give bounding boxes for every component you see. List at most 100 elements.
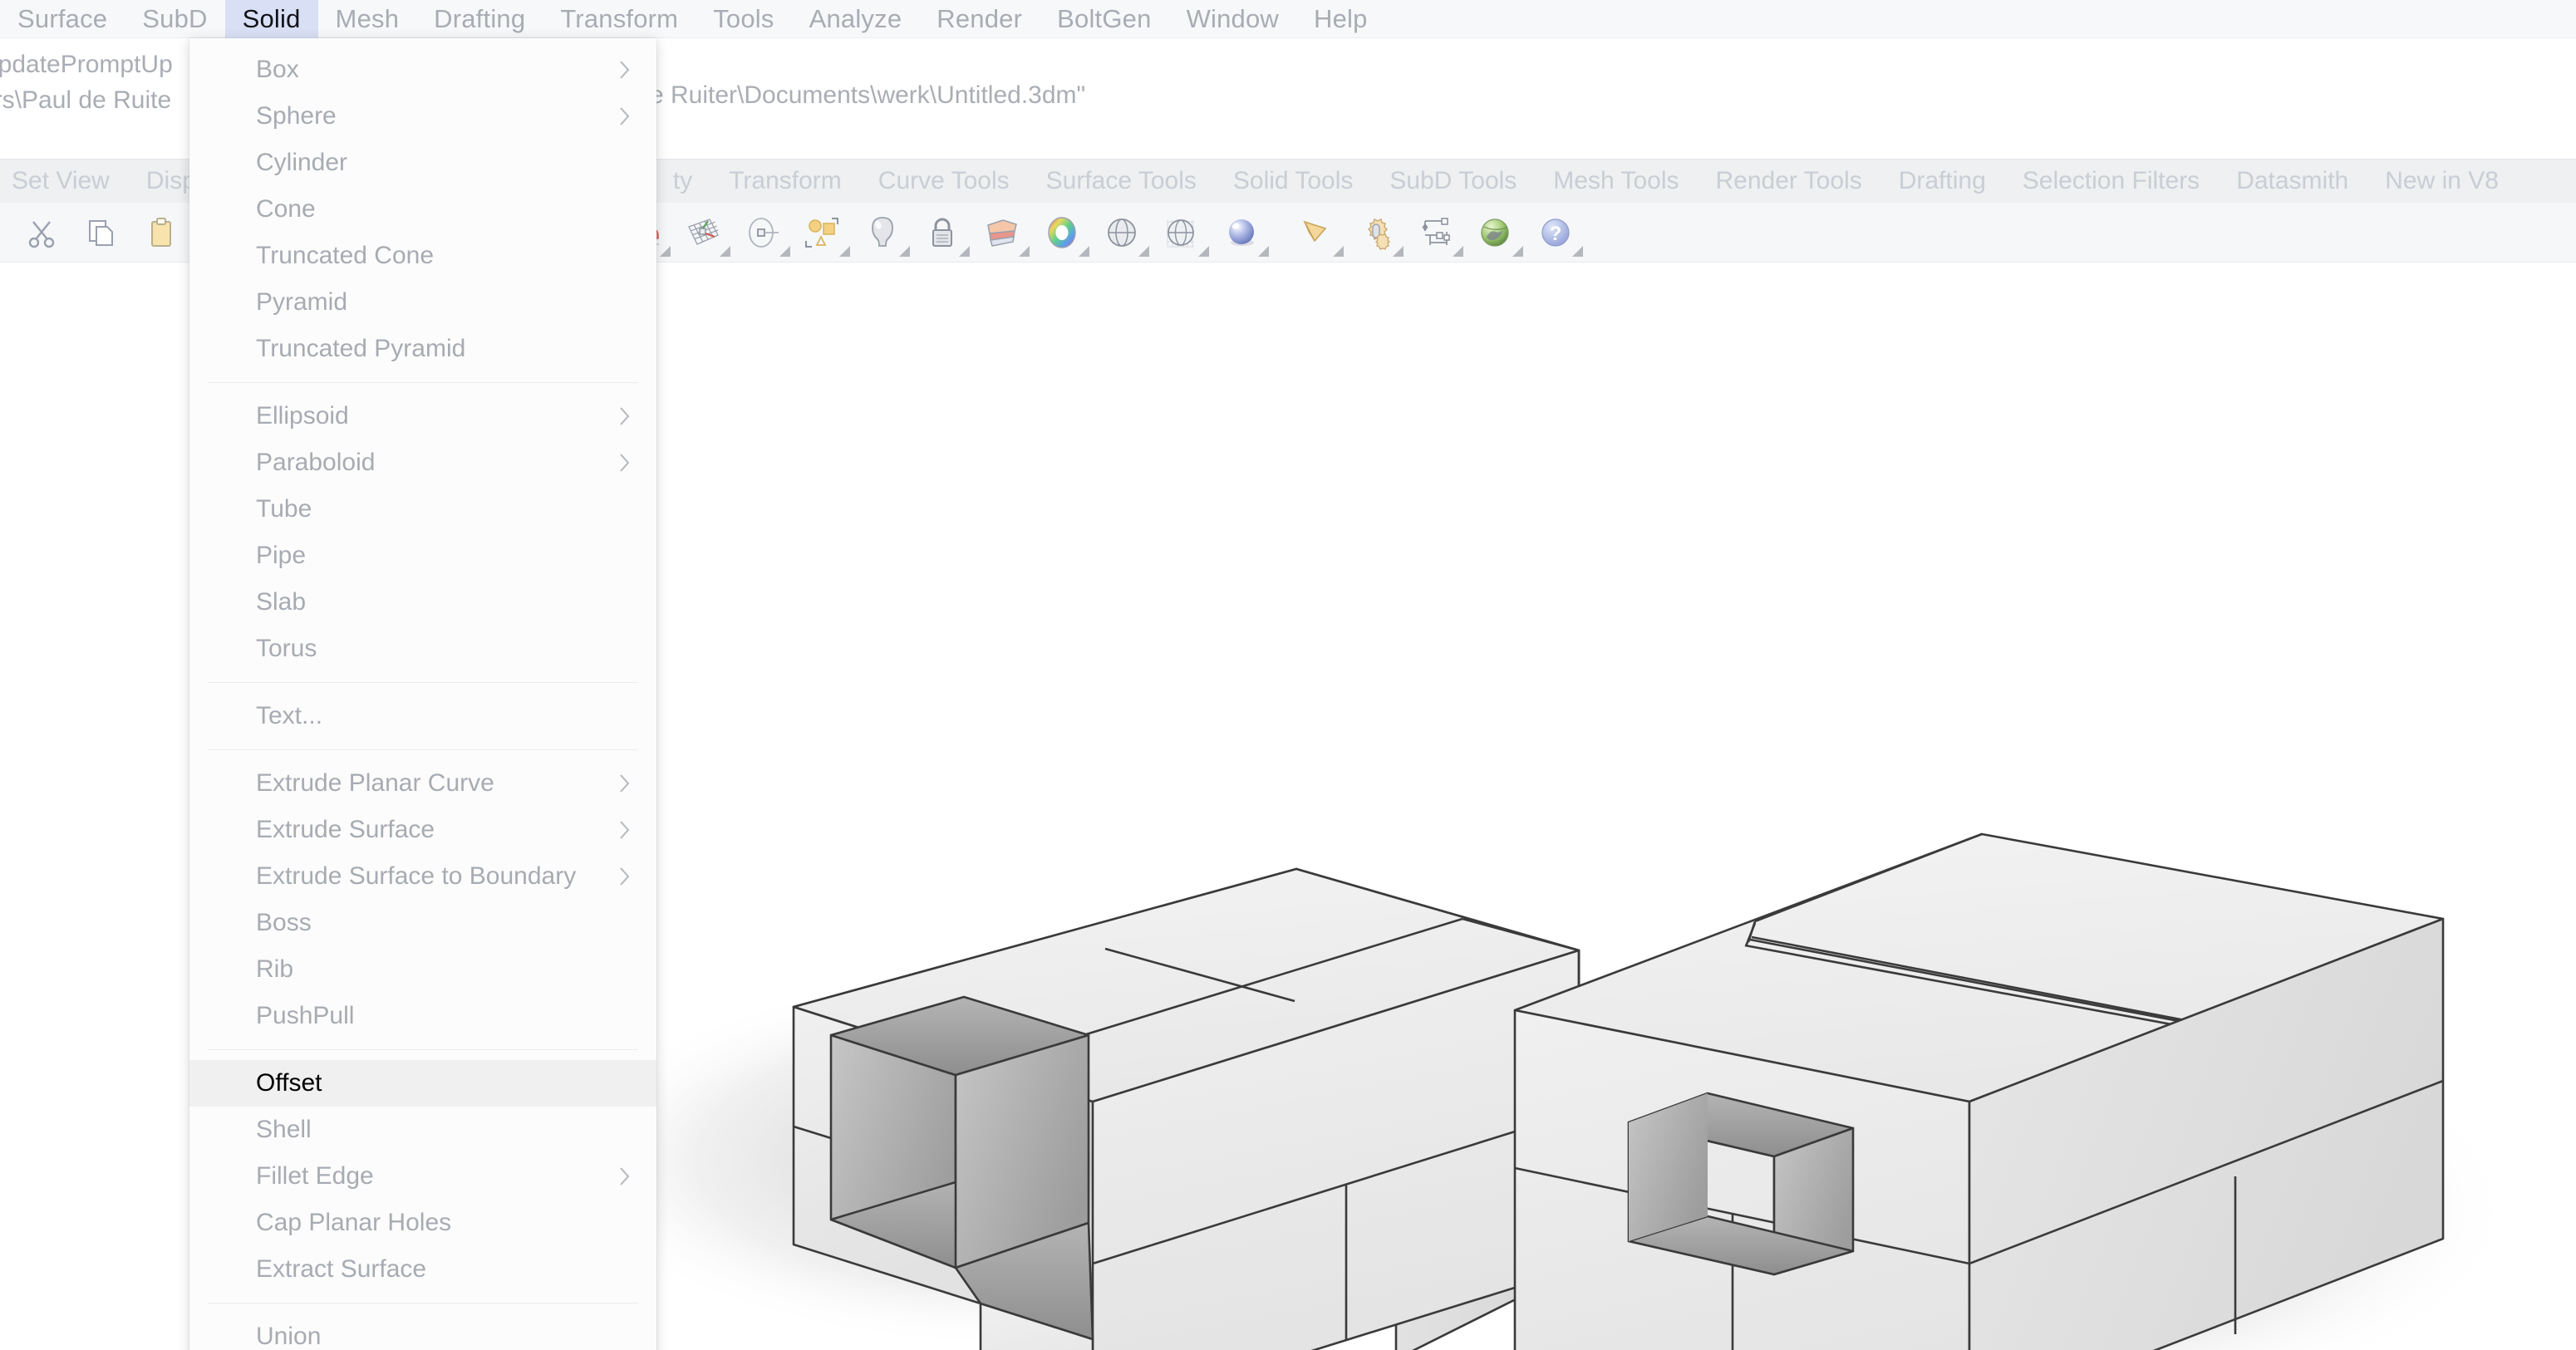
lock-icon[interactable] (912, 205, 972, 260)
chevron-down-icon[interactable] (1198, 246, 1209, 257)
chevron-right-icon (618, 106, 632, 127)
menu-item-cap-planar-holes[interactable]: Cap Planar Holes (189, 1200, 656, 1246)
menu-item-extract-surface[interactable]: Extract Surface (189, 1246, 656, 1293)
menu-window[interactable]: Window (1169, 0, 1296, 38)
chevron-down-icon[interactable] (899, 246, 910, 257)
chevron-down-icon[interactable] (1079, 246, 1089, 257)
menu-item-label: Extract Surface (256, 1255, 426, 1284)
menu-item-cone[interactable]: Cone (189, 186, 656, 233)
chevron-down-icon[interactable] (1333, 246, 1344, 257)
menu-render[interactable]: Render (919, 0, 1040, 38)
shaded-sphere-icon[interactable] (1092, 205, 1152, 260)
menu-item-paraboloid[interactable]: Paraboloid (189, 439, 656, 486)
tab-curve-tools[interactable]: Curve Tools (860, 160, 1028, 203)
menu-item-box[interactable]: Box (189, 47, 656, 93)
menu-subd[interactable]: SubD (125, 0, 224, 38)
layers-icon[interactable] (972, 205, 1032, 260)
tab-drafting[interactable]: Drafting (1880, 160, 2004, 203)
chevron-down-icon[interactable] (1393, 246, 1404, 257)
chevron-down-icon[interactable] (1138, 246, 1149, 257)
chevron-down-icon[interactable] (720, 246, 730, 257)
chevron-down-icon[interactable] (660, 246, 671, 257)
cut-scissors-icon[interactable] (12, 205, 71, 260)
menu-item-ellipsoid[interactable]: Ellipsoid (189, 393, 656, 439)
menu-item-rib[interactable]: Rib (189, 946, 656, 993)
color-wheel-icon[interactable] (1032, 205, 1092, 260)
chevron-right-icon (618, 405, 632, 427)
chevron-down-icon[interactable] (779, 246, 790, 257)
light-bulb-icon[interactable] (853, 205, 912, 260)
menu-item-label: Offset (256, 1069, 322, 1097)
tab-visibility[interactable]: ty (655, 160, 710, 203)
tab-set-view[interactable]: Set View (0, 160, 128, 203)
menu-item-extrude-surface[interactable]: Extrude Surface (189, 807, 656, 853)
dimension-icon[interactable] (1406, 205, 1466, 260)
tab-render-tools[interactable]: Render Tools (1697, 160, 1880, 203)
menu-item-tube[interactable]: Tube (189, 486, 656, 533)
copy-icon[interactable] (71, 205, 131, 260)
menu-mesh[interactable]: Mesh (318, 0, 417, 38)
globe-earth-icon[interactable] (1466, 205, 1526, 260)
solid-dropdown-menu[interactable]: Box Sphere Cylinder Cone Truncated Cone … (189, 38, 656, 1350)
menu-tools[interactable]: Tools (696, 0, 791, 38)
menu-item-label: Shell (256, 1116, 312, 1144)
tab-solid-tools[interactable]: Solid Tools (1215, 160, 1372, 203)
menu-item-sphere[interactable]: Sphere (189, 93, 656, 140)
chevron-down-icon[interactable] (1258, 246, 1269, 257)
chevron-down-icon[interactable] (839, 246, 850, 257)
rendered-sphere-icon[interactable] (1212, 205, 1271, 260)
right-offset-box-hole[interactable] (1515, 834, 2443, 1350)
menu-item-label: Extrude Planar Curve (256, 769, 494, 798)
tab-surface-tools[interactable]: Surface Tools (1028, 160, 1215, 203)
chevron-down-icon[interactable] (1572, 246, 1583, 257)
tab-transform[interactable]: Transform (710, 160, 860, 203)
menu-item-label: Ellipsoid (256, 402, 349, 430)
menu-item-torus[interactable]: Torus (189, 626, 656, 672)
menu-item-fillet-edge[interactable]: Fillet Edge (189, 1153, 656, 1200)
menu-item-pushpull[interactable]: PushPull (189, 993, 656, 1039)
menu-boltgen[interactable]: BoltGen (1040, 0, 1168, 38)
camera-cone-icon[interactable] (1286, 205, 1346, 260)
menu-item-cylinder[interactable]: Cylinder (189, 140, 656, 186)
tab-selection-filters[interactable]: Selection Filters (2004, 160, 2218, 203)
menu-item-extrude-surface-to-boundary[interactable]: Extrude Surface to Boundary (189, 853, 656, 900)
menu-item-offset[interactable]: Offset (189, 1060, 656, 1107)
gears-options-icon[interactable] (1346, 205, 1406, 260)
chevron-down-icon[interactable] (1453, 246, 1463, 257)
menu-analyze[interactable]: Analyze (792, 0, 920, 38)
menu-item-shell[interactable]: Shell (189, 1107, 656, 1153)
menu-transform[interactable]: Transform (543, 0, 696, 38)
help-question-icon[interactable]: ? (1526, 205, 1585, 260)
menu-item-truncated-cone[interactable]: Truncated Cone (189, 233, 656, 279)
menu-solid[interactable]: Solid (225, 0, 318, 38)
menu-item-text[interactable]: Text... (189, 693, 656, 739)
chevron-right-icon (618, 866, 632, 887)
left-offset-box-hollow[interactable] (794, 869, 1579, 1350)
chevron-down-icon[interactable] (1512, 246, 1523, 257)
menu-item-pyramid[interactable]: Pyramid (189, 279, 656, 326)
paste-clipboard-icon[interactable] (131, 205, 191, 260)
menu-item-boss[interactable]: Boss (189, 900, 656, 946)
tab-mesh-tools[interactable]: Mesh Tools (1535, 160, 1697, 203)
menu-item-truncated-pyramid[interactable]: Truncated Pyramid (189, 326, 656, 372)
menu-help[interactable]: Help (1296, 0, 1385, 38)
menu-surface[interactable]: Surface (0, 0, 125, 38)
menu-item-label: Rib (256, 955, 293, 984)
menu-item-extrude-planar-curve[interactable]: Extrude Planar Curve (189, 760, 656, 807)
tab-subd-tools[interactable]: SubD Tools (1371, 160, 1535, 203)
ghosted-sphere-grid-icon[interactable] (1152, 205, 1212, 260)
menu-separator (208, 382, 638, 383)
menu-item-pipe[interactable]: Pipe (189, 533, 656, 579)
selection-filter-icon[interactable] (793, 205, 853, 260)
tab-new-in-v8[interactable]: New in V8 (2367, 160, 2517, 203)
object-snap-icon[interactable] (733, 205, 793, 260)
chevron-down-icon[interactable] (959, 246, 970, 257)
menu-item-union[interactable]: Union (189, 1313, 656, 1350)
menu-item-label: Box (256, 56, 299, 84)
menu-separator (208, 1049, 638, 1050)
tab-datasmith[interactable]: Datasmith (2218, 160, 2367, 203)
cplane-grid-icon[interactable] (673, 205, 733, 260)
chevron-down-icon[interactable] (1019, 246, 1030, 257)
menu-item-slab[interactable]: Slab (189, 579, 656, 626)
menu-drafting[interactable]: Drafting (416, 0, 543, 38)
